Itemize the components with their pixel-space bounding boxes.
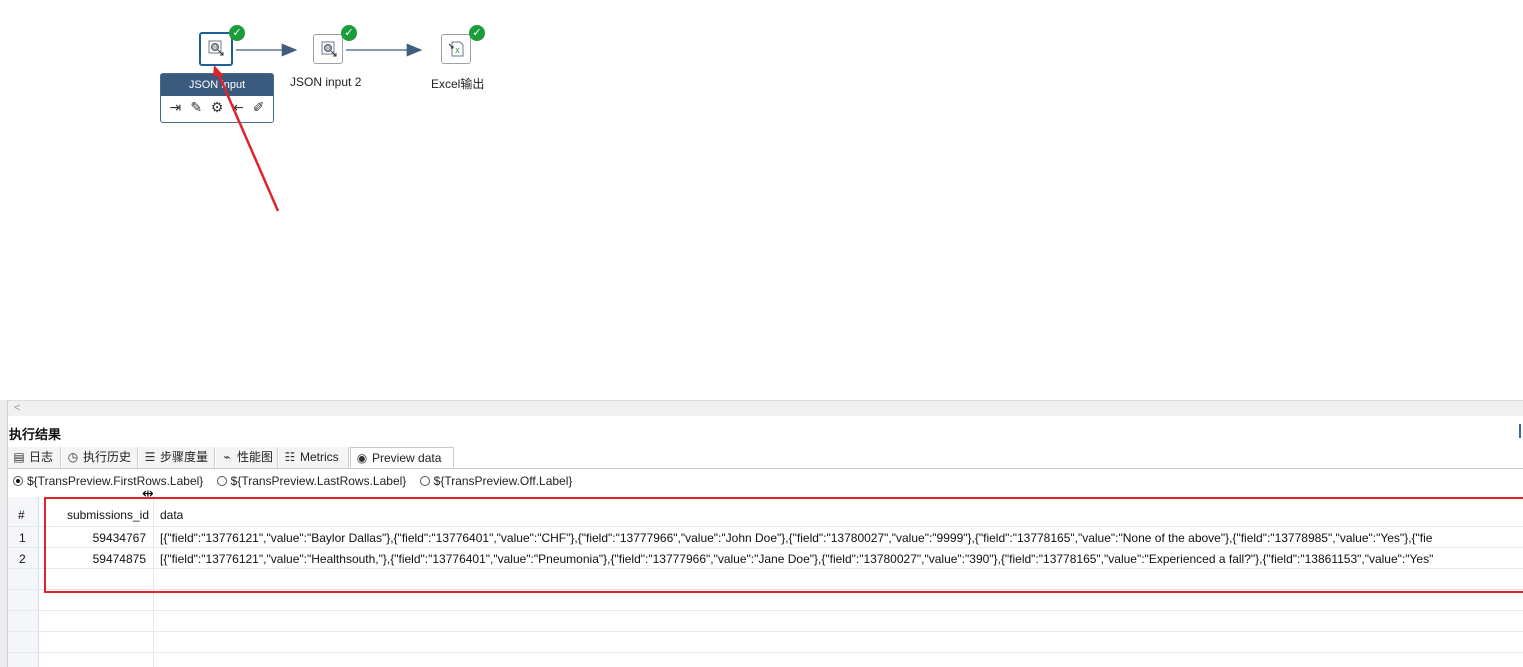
- transformation-canvas[interactable]: 0 ✓ 0 ✓ JSON input 2 X ✓ Excel输出 JSON in…: [0, 0, 1523, 400]
- radio-last-rows[interactable]: ${TransPreview.LastRows.Label}: [216, 474, 406, 488]
- results-tabbar: ▤ 日志 ◷ 执行历史 ☰ 步骤度量 ⌁ 性能图 ☷ Metrics ◉ Preview d…: [8, 447, 1523, 469]
- column-header-rownum[interactable]: #: [18, 508, 25, 522]
- row-divider: [8, 610, 1523, 611]
- radio-button[interactable]: [216, 476, 227, 486]
- annotation-highlight-box: [44, 497, 1523, 593]
- log-icon: ▤: [13, 450, 25, 464]
- excel-output-icon: X: [449, 41, 464, 57]
- step-label-json-input-2: JSON input 2: [290, 75, 362, 89]
- tab-performance[interactable]: ⌁ 性能图: [216, 447, 278, 468]
- radio-button[interactable]: [13, 476, 23, 486]
- tab-preview-data[interactable]: ◉ Preview data: [350, 447, 454, 468]
- svg-text:X: X: [455, 47, 460, 55]
- row-divider: [8, 631, 1523, 632]
- tab-log[interactable]: ▤ 日志: [8, 447, 61, 468]
- success-check-icon: ✓: [229, 25, 245, 41]
- performance-chart-icon: ⌁: [223, 450, 231, 464]
- popup-step-title: JSON input: [161, 74, 273, 96]
- metrics-icon: ☷: [284, 450, 296, 464]
- results-panel-title: 执行结果: [9, 427, 62, 442]
- row-number: 1: [19, 531, 26, 545]
- history-icon: ◷: [67, 450, 79, 464]
- scroll-left-arrow[interactable]: <: [14, 402, 20, 414]
- tab-metrics[interactable]: ☷ Metrics: [279, 447, 349, 468]
- row-number: 2: [19, 552, 26, 566]
- gear-icon[interactable]: ⚙: [209, 99, 225, 115]
- row-divider: [8, 652, 1523, 653]
- radio-off[interactable]: ${TransPreview.Off.Label}: [419, 474, 572, 488]
- radio-button[interactable]: [419, 476, 430, 486]
- eye-icon: ◉: [356, 451, 368, 465]
- svg-text:0: 0: [213, 45, 216, 51]
- pencil-icon[interactable]: ✐: [251, 99, 267, 115]
- success-check-icon: ✓: [469, 25, 485, 41]
- canvas-horizontal-scrollbar[interactable]: <: [8, 400, 1523, 416]
- panel-edge-marker: [1519, 424, 1523, 438]
- tab-history[interactable]: ◷ 执行历史: [62, 447, 138, 468]
- output-icon[interactable]: ⇤: [230, 99, 246, 115]
- step-popup-toolbar: JSON input ⇥ ✎ ⚙ ⇤ ✐: [160, 73, 274, 123]
- edit-icon[interactable]: ✎: [188, 99, 204, 115]
- step-excel-output[interactable]: X: [441, 34, 471, 64]
- tab-step-metrics[interactable]: ☰ 步骤度量: [139, 447, 215, 468]
- step-json-input[interactable]: 0: [199, 32, 233, 66]
- step-label-excel-output: Excel输出: [431, 77, 485, 91]
- row-number-column: [8, 497, 39, 667]
- step-json-input-2[interactable]: 0: [313, 34, 343, 64]
- json-input-icon: 0: [321, 41, 337, 57]
- input-icon[interactable]: ⇥: [167, 99, 183, 115]
- success-check-icon: ✓: [341, 25, 357, 41]
- json-input-icon: 0: [208, 40, 224, 56]
- step-metrics-icon: ☰: [144, 450, 156, 464]
- radio-first-rows[interactable]: ${TransPreview.FirstRows.Label}: [13, 474, 203, 488]
- svg-text:0: 0: [326, 46, 329, 52]
- preview-mode-radios: ${TransPreview.FirstRows.Label} ${TransP…: [13, 474, 582, 490]
